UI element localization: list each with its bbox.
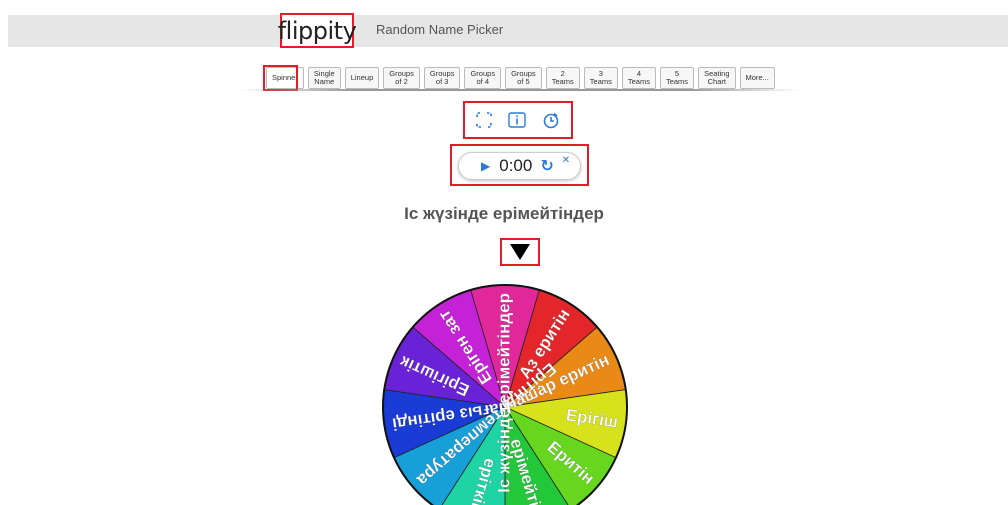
tab-single-name[interactable]: Single Name (307, 67, 341, 89)
pointer-icon (510, 244, 530, 260)
tab-4-teams[interactable]: 4 Teams (621, 67, 656, 89)
mode-tabs: Spinner Single Name Lineup Groups of 2 Group… (266, 67, 775, 89)
tab-groups-of-4[interactable]: Groups of 4 (464, 67, 502, 89)
tab-groups-of-3[interactable]: Groups of 3 (423, 67, 461, 89)
tab-lineup[interactable]: Lineup (344, 67, 380, 89)
wheel-title: Іс жүзінде ерімейтіндер (404, 204, 604, 223)
timer-highlight: ▶ 0:00 ↻ ✕ (450, 144, 589, 186)
info-icon[interactable] (508, 112, 526, 128)
header-bar (8, 15, 1008, 47)
timer-icon[interactable] (542, 111, 560, 129)
tab-groups-of-2[interactable]: Groups of 2 (383, 67, 420, 89)
tab-groups-of-5[interactable]: Groups of 5 (505, 67, 542, 89)
play-icon[interactable]: ▶ (481, 159, 490, 173)
timer-display: 0:00 (499, 156, 533, 175)
toolbar-icons (463, 101, 573, 139)
flippity-logo[interactable]: flippity (277, 13, 357, 48)
tab-5-teams[interactable]: 5 Teams (659, 67, 695, 89)
tab-more[interactable]: More... (739, 67, 775, 89)
tab-2-teams[interactable]: 2 Teams (545, 67, 580, 89)
tab-divider (240, 89, 800, 91)
fullscreen-icon[interactable] (476, 112, 492, 128)
tab-seating-chart[interactable]: Seating Chart (698, 67, 736, 89)
timer-widget: ▶ 0:00 ↻ ✕ (458, 152, 581, 180)
tab-3-teams[interactable]: 3 Teams (583, 67, 618, 89)
spinner-wheel[interactable]: Іс жүзінде ерімейтіндер Аз еритінНашар ер… (380, 262, 630, 505)
spinner-tab-highlight (263, 65, 298, 91)
reset-icon[interactable]: ↻ (540, 156, 553, 176)
app-title: Random Name Picker (376, 22, 504, 37)
close-icon[interactable]: ✕ (562, 155, 570, 166)
logo-text: flippity (277, 16, 357, 45)
